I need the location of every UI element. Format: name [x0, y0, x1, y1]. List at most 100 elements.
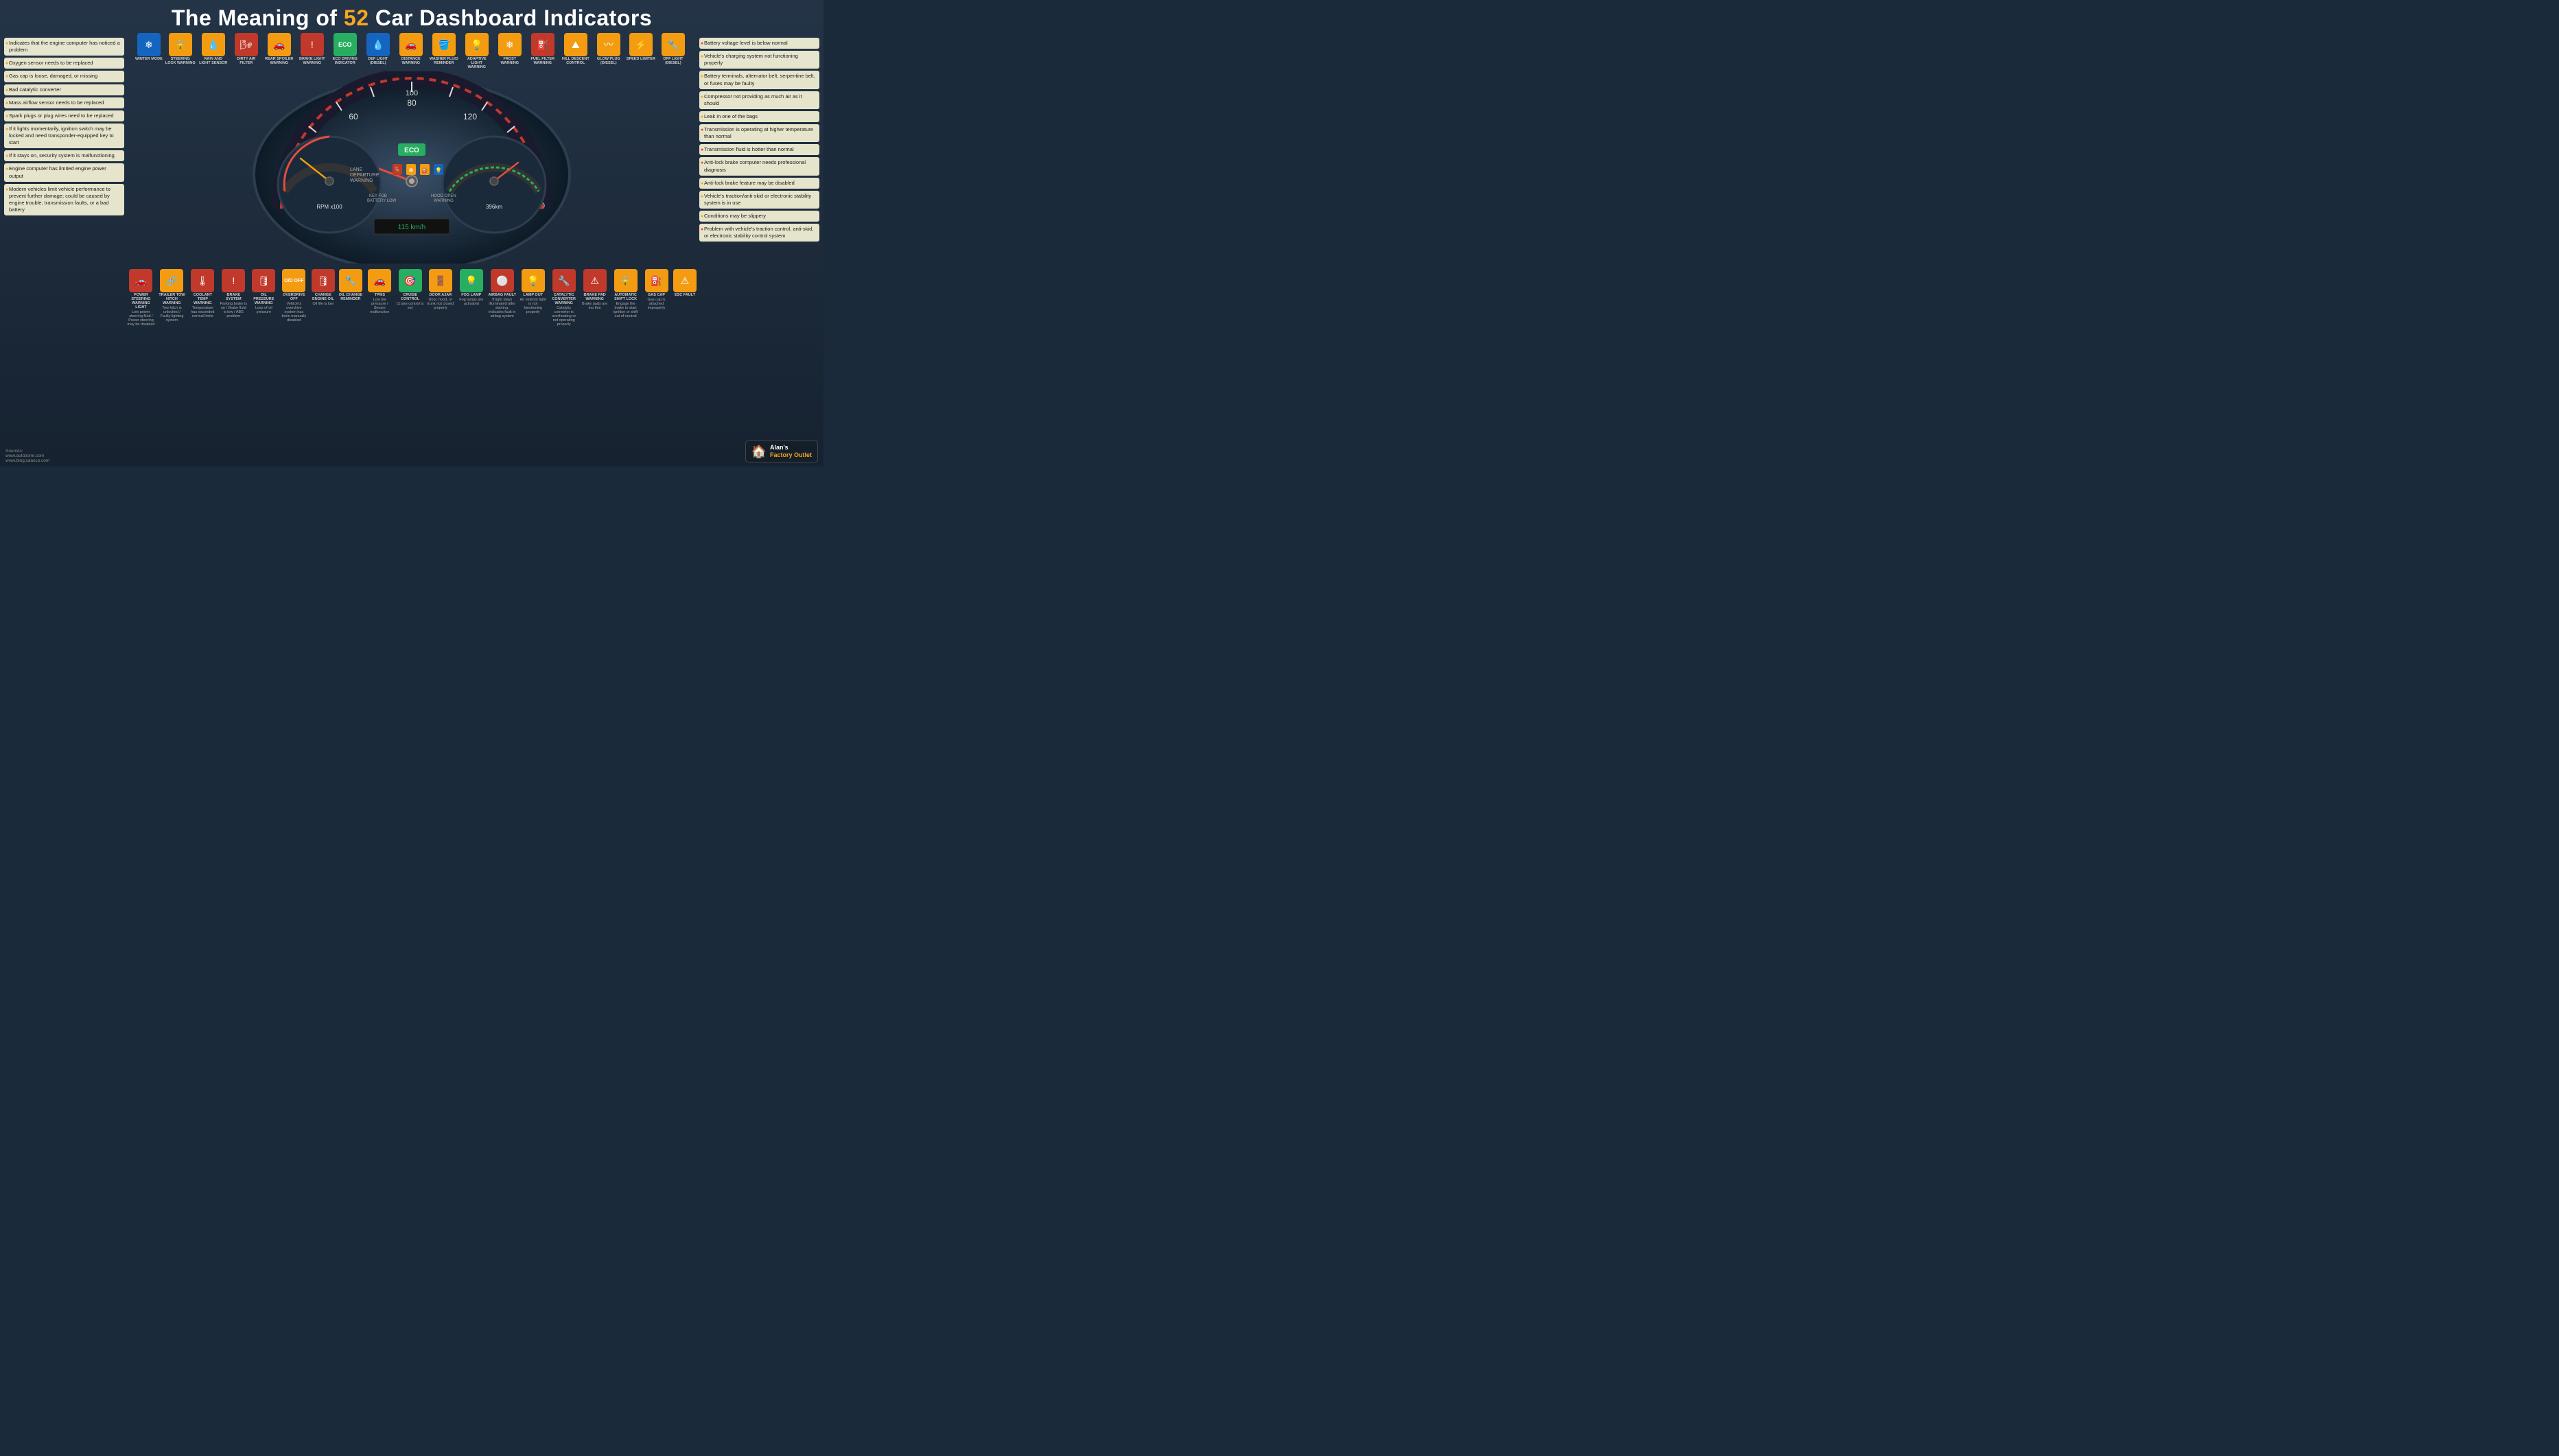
- svg-text:60: 60: [349, 112, 358, 121]
- bottom-icon-10: 🚪DOOR AJARDoor, hood, or trunk not close…: [426, 269, 454, 327]
- top-icon-box-14: 〰: [597, 33, 620, 56]
- top-icon-3: 🌬DIRTY AIR FILTER: [231, 33, 261, 69]
- svg-text:WARNING: WARNING: [434, 199, 454, 203]
- top-icon-15: ⚡SPEED LIMITER: [627, 33, 655, 69]
- bottom-icon-box-5: O/D OFF: [282, 269, 305, 292]
- right-callout-4: Leak in one of the bags: [699, 111, 819, 122]
- bottom-icon-label-7: OIL CHANGE REMINDER: [338, 293, 363, 301]
- bottom-icon-label-0: POWER STEERING WARNING LIGHT: [127, 293, 155, 309]
- bottom-icon-9: 🎯CRUISE CONTROLCruise control is set: [397, 269, 424, 327]
- bottom-icon-tip-3: Parking brake is on / Brake fluid is low…: [220, 302, 248, 318]
- page-title: The Meaning of 52 Car Dashboard Indicato…: [0, 0, 823, 31]
- bottom-icon-tip-6: Oil life is low: [313, 302, 334, 306]
- bottom-icon-tip-5: Vehicle's overdrive system has been manu…: [280, 302, 308, 322]
- sources-label: Sources:: [5, 449, 49, 454]
- center-dashboard: ❄WINTER MODE 🔒STEERING LOCK WARNING💧RAIN …: [127, 33, 697, 439]
- top-icon-box-1: 🔒: [169, 33, 192, 56]
- right-callout-7: Anti-lock brake computer needs professio…: [699, 157, 819, 175]
- bottom-icon-box-12: ⚪: [491, 269, 514, 292]
- right-info-column: Battery voltage level is below normal Veh…: [699, 38, 819, 242]
- top-icon-label-4: REAR SPOILER WARNING: [264, 57, 294, 65]
- svg-text:WARNING: WARNING: [350, 178, 373, 183]
- bottom-icon-4: 🛢OIL PRESSURE WARNINGLoss of oil pressur…: [250, 269, 277, 327]
- title-prefix: The Meaning of: [172, 5, 344, 30]
- bottom-icon-2: 🌡COOLANT TEMP WARNINGTemperature has exc…: [189, 269, 217, 327]
- brand-name: Alan's: [770, 444, 812, 451]
- bottom-icon-16: 🔒AUTOMATIC SHIFT LOCKEngage the brake to…: [611, 269, 640, 327]
- top-icon-box-2: 💧: [202, 33, 225, 56]
- svg-text:❄: ❄: [408, 167, 414, 174]
- right-callout-0: Battery voltage level is below normal: [699, 38, 819, 49]
- bottom-icon-label-14: CATALYTIC CONVERTER WARNING: [550, 293, 578, 305]
- left-callout-7: If it stays on, security system is malfu…: [4, 150, 124, 161]
- top-icon-label-11: FROST WARNING: [495, 57, 525, 65]
- right-callout-8: Anti-lock brake feature may be disabled: [699, 178, 819, 189]
- bottom-icon-label-10: DOOR AJAR: [429, 293, 452, 297]
- top-icon-13: ⛰HILL DESCENT CONTROL: [561, 33, 591, 69]
- top-icon-box-6: ECO: [334, 33, 357, 56]
- right-callout-6: Transmission fluid is hotter than normal: [699, 144, 819, 155]
- right-callout-9: Vehicle's traction/anti-skid or electron…: [699, 191, 819, 209]
- bottom-icon-box-9: 🎯: [399, 269, 422, 292]
- left-callout-6: If it lights momentarily, ignition switc…: [4, 124, 124, 148]
- bottom-icon-box-3: !: [222, 269, 245, 292]
- top-icon-box-0: ❄: [137, 33, 161, 56]
- brand-icon: 🏠: [751, 445, 767, 459]
- bottom-icon-box-1: 🔗: [160, 269, 183, 292]
- top-icon-label-5: BRAKE LIGHT WARNING: [297, 57, 327, 65]
- svg-text:100: 100: [406, 89, 418, 97]
- bottom-icon-box-13: 💡: [522, 269, 545, 292]
- top-icon-label-10: ADAPTIVE LIGHT WARNING: [462, 57, 492, 69]
- left-callout-5: Spark plugs or plug wires need to be rep…: [4, 110, 124, 121]
- bottom-icon-11: 💡FOG LAMPFog lamps are activated: [457, 269, 485, 327]
- top-icon-2: 💧RAIN AND LIGHT SENSOR: [198, 33, 229, 69]
- top-icon-9: 🪣WASHER FLUID REMINDER: [429, 33, 459, 69]
- svg-text:BATTERY LOW: BATTERY LOW: [367, 199, 397, 203]
- top-icons-strip: ❄WINTER MODE 🔒STEERING LOCK WARNING💧RAIN …: [127, 33, 697, 69]
- right-callout-5: Transmission is operating at higher temp…: [699, 124, 819, 142]
- top-icon-label-1: STEERING LOCK WARNING: [165, 57, 196, 65]
- bottom-icon-5: O/D OFFOVERDRIVE OFFVehicle's overdrive …: [280, 269, 308, 327]
- top-icon-label-13: HILL DESCENT CONTROL: [561, 57, 591, 65]
- left-callout-1: Oxygen sensor needs to be replaced: [4, 58, 124, 69]
- bottom-icon-box-18: ⚠: [673, 269, 697, 292]
- top-icon-box-12: ⛽: [531, 33, 554, 56]
- bottom-icon-label-9: CRUISE CONTROL: [397, 293, 424, 301]
- svg-text:LANE: LANE: [350, 167, 363, 172]
- bottom-icon-label-5: OVERDRIVE OFF: [280, 293, 308, 301]
- svg-text:ECO: ECO: [404, 147, 419, 154]
- bottom-icon-7: 🔧OIL CHANGE REMINDER: [338, 269, 363, 327]
- bottom-icon-label-16: AUTOMATIC SHIFT LOCK: [611, 293, 640, 301]
- bottom-icon-tip-11: Fog lamps are activated: [457, 298, 485, 306]
- brand-logo: 🏠 Alan's Factory Outlet: [745, 441, 818, 462]
- svg-text:KEY FOB: KEY FOB: [369, 194, 387, 198]
- bottom-icon-box-7: 🔧: [339, 269, 362, 292]
- top-icon-box-9: 🪣: [432, 33, 456, 56]
- bottom-icon-box-4: 🛢: [252, 269, 275, 292]
- left-callout-3: Bad catalytic converter: [4, 84, 124, 95]
- brand-text: Alan's Factory Outlet: [770, 444, 812, 459]
- top-icon-0: ❄WINTER MODE: [135, 33, 163, 69]
- top-icon-5: !BRAKE LIGHT WARNING: [297, 33, 327, 69]
- bottom-icon-tip-0: Low power steering fluid / Power steerin…: [127, 310, 155, 327]
- left-callout-4: Mass airflow sensor needs to be replaced: [4, 97, 124, 108]
- left-callout-0: Indicates that the engine computer has n…: [4, 38, 124, 56]
- svg-text:DEPARTURE: DEPARTURE: [350, 173, 379, 178]
- right-callout-11: Problem with vehicle's traction control,…: [699, 224, 819, 242]
- bottom-icon-box-10: 🚪: [429, 269, 452, 292]
- top-icon-box-8: 🚗: [399, 33, 423, 56]
- bottom-icon-label-11: FOG LAMP: [461, 293, 481, 297]
- top-icon-label-3: DIRTY AIR FILTER: [231, 57, 261, 65]
- bottom-icon-tip-17: Gas cap is attached improperly: [642, 298, 670, 310]
- svg-text:⛽: ⛽: [422, 167, 428, 174]
- top-icon-box-15: ⚡: [629, 33, 653, 56]
- top-icon-6: ECOECO DRIVING INDICATOR: [330, 33, 360, 69]
- bottom-icon-15: ⚠BRAKE PAD WARNINGBrake pads are too thi…: [581, 269, 609, 327]
- top-icon-10: 💡ADAPTIVE LIGHT WARNING: [462, 33, 492, 69]
- title-number: 52: [344, 5, 369, 30]
- top-icon-box-13: ⛰: [564, 33, 587, 56]
- bottom-icon-1: 🔗TRAILER TOW HITCH WARNINGTow hitch is u…: [158, 269, 186, 327]
- svg-text:RPM x100: RPM x100: [316, 204, 342, 210]
- right-callout-2: Battery terminals, alternator belt, serp…: [699, 71, 819, 89]
- bottom-icon-8: 🚗TPMSLow tire pressure / Sensor malfunct…: [366, 269, 394, 327]
